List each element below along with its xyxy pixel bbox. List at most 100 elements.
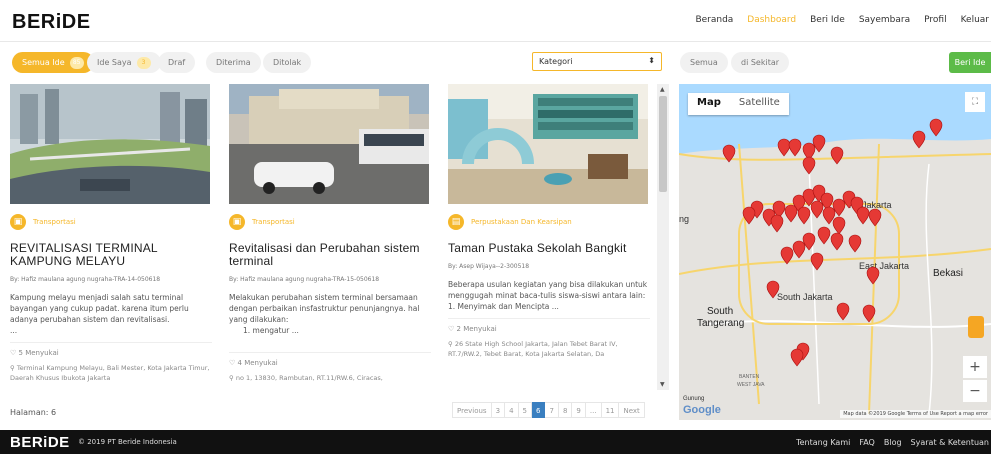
idea-likes[interactable]: ♡ 4 Menyukai xyxy=(229,359,431,367)
map-marker-pin-icon[interactable] xyxy=(836,302,850,321)
map-marker-pin-icon[interactable] xyxy=(868,208,882,227)
idea-category: ▣ Transportasi xyxy=(10,213,212,231)
map-marker-pin-icon[interactable] xyxy=(817,226,831,245)
street-view-pegman-icon[interactable] xyxy=(968,316,984,338)
nav-dashboard[interactable]: Dashboard xyxy=(747,15,796,25)
idea-card[interactable]: ▣ Transportasi REVITALISASI TERMINAL KAM… xyxy=(10,84,212,394)
bus-icon: ▣ xyxy=(10,214,26,230)
pagination-page[interactable]: 7 xyxy=(545,402,559,418)
likes-count: 4 Menyukai xyxy=(237,359,278,367)
idea-author: By: Asep Wijaya--2-300518 xyxy=(448,263,530,270)
terminal-rendering-image xyxy=(10,84,210,204)
fullscreen-icon[interactable]: ⛶ xyxy=(965,92,985,112)
idea-likes[interactable]: ♡ 5 Menyukai xyxy=(10,349,212,357)
map-marker-pin-icon[interactable] xyxy=(810,200,824,219)
idea-title[interactable]: REVITALISASI TERMINAL KAMPUNG MELAYU xyxy=(10,242,212,268)
map-marker-pin-icon[interactable] xyxy=(862,304,876,323)
address-text: no 1, 13830, Rambutan, RT.11/RW.6, Cirac… xyxy=(235,374,383,382)
map-marker-pin-icon[interactable] xyxy=(766,280,780,299)
map-attribution[interactable]: Map data ©2019 Google Terms of Use Repor… xyxy=(840,410,991,418)
location-pin-icon: ⚲ xyxy=(10,364,15,372)
location-pin-icon: ⚲ xyxy=(229,374,234,382)
filter-label: Draf xyxy=(168,58,186,67)
map-marker-pin-icon[interactable] xyxy=(856,206,870,225)
filter-ide-saya[interactable]: Ide Saya 3 xyxy=(87,52,161,73)
scope-semua[interactable]: Semua xyxy=(680,52,728,73)
idea-image[interactable] xyxy=(10,84,210,204)
filter-label: Diterima xyxy=(216,58,251,67)
pagination-page[interactable]: 9 xyxy=(572,402,586,418)
map-marker-pin-icon[interactable] xyxy=(777,138,791,157)
scroll-up-icon[interactable]: ▲ xyxy=(660,86,665,93)
footer-link-syarat[interactable]: Syarat & Ketentuan xyxy=(911,438,989,447)
map-marker-pin-icon[interactable] xyxy=(784,204,798,223)
page-indicator: Halaman: 6 xyxy=(10,408,57,417)
map-marker-pin-icon[interactable] xyxy=(802,156,816,175)
idea-card[interactable]: ▤ Perpustakaan Dan Kearsipan Taman Pusta… xyxy=(448,84,650,394)
nav-beri-ide[interactable]: Beri Ide xyxy=(810,15,845,25)
cards-scrollbar[interactable]: ▲ ▼ xyxy=(657,84,669,390)
idea-image[interactable] xyxy=(448,84,648,204)
map-marker-pin-icon[interactable] xyxy=(830,146,844,165)
filter-count: 3 xyxy=(136,56,151,69)
zoom-out-button[interactable]: − xyxy=(963,380,987,402)
pagination-page[interactable]: 4 xyxy=(505,402,519,418)
map-marker-pin-icon[interactable] xyxy=(912,130,926,149)
filter-diterima[interactable]: Diterima xyxy=(206,52,261,73)
map-marker-pin-icon[interactable] xyxy=(866,266,880,285)
pagination-page-current[interactable]: 6 xyxy=(532,402,546,418)
pagination-previous[interactable]: Previous xyxy=(452,402,492,418)
idea-likes[interactable]: ♡ 2 Menyukai xyxy=(448,325,650,333)
category-select[interactable]: Kategori ⬍ xyxy=(532,52,662,71)
nav-profil[interactable]: Profil xyxy=(924,15,946,25)
map-tab-satellite[interactable]: Satellite xyxy=(730,93,789,115)
brand-logo[interactable]: BERiDE xyxy=(12,11,91,34)
card-divider xyxy=(448,318,650,319)
nav-sayembara[interactable]: Sayembara xyxy=(859,15,910,25)
category-label: Transportasi xyxy=(33,218,76,226)
map-marker-pin-icon[interactable] xyxy=(770,214,784,233)
map-marker-pin-icon[interactable] xyxy=(832,216,846,235)
idea-image[interactable] xyxy=(229,84,429,204)
page-footer: BERiDE © 2019 PT Beride Indonesia Tentan… xyxy=(0,430,991,454)
nav-beranda[interactable]: Beranda xyxy=(695,15,733,25)
footer-link-tentang-kami[interactable]: Tentang Kami xyxy=(796,438,850,447)
footer-link-blog[interactable]: Blog xyxy=(884,438,902,447)
map-marker-pin-icon[interactable] xyxy=(788,138,802,157)
map-marker-pin-icon[interactable] xyxy=(810,252,824,271)
map-marker-pin-icon[interactable] xyxy=(929,118,943,137)
map-marker-pin-icon[interactable] xyxy=(722,144,736,163)
map-tab-map[interactable]: Map xyxy=(688,93,730,115)
map-marker-pin-icon[interactable] xyxy=(830,232,844,251)
scrollbar-thumb[interactable] xyxy=(659,96,667,192)
nav-keluar[interactable]: Keluar xyxy=(961,15,989,25)
pagination-page[interactable]: 5 xyxy=(518,402,532,418)
scroll-down-icon[interactable]: ▼ xyxy=(660,381,665,388)
map-marker-pin-icon[interactable] xyxy=(848,234,862,253)
pagination-page[interactable]: 8 xyxy=(558,402,573,418)
pagination-page[interactable]: 3 xyxy=(491,402,506,418)
map-marker-pin-icon[interactable] xyxy=(792,240,806,259)
map-marker-pin-icon[interactable] xyxy=(780,246,794,265)
filter-draf[interactable]: Draf xyxy=(158,52,196,73)
scope-label: Semua xyxy=(690,58,718,67)
footer-link-faq[interactable]: FAQ xyxy=(859,438,875,447)
idea-address: ⚲ Terminal Kampung Melayu, Bali Mester, … xyxy=(10,363,212,383)
filter-ditolak[interactable]: Ditolak xyxy=(263,52,312,73)
scope-di-sekitar[interactable]: di Sekitar xyxy=(731,52,790,73)
category-select-value: Kategori xyxy=(539,57,573,66)
filter-semua-ide[interactable]: Semua Ide 85 xyxy=(12,52,94,73)
map-marker-pin-icon[interactable] xyxy=(742,206,756,225)
beri-ide-button[interactable]: Beri Ide xyxy=(949,52,991,73)
footer-logo[interactable]: BERiDE xyxy=(10,434,70,451)
idea-description: Kampung melayu menjadi salah satu termin… xyxy=(10,292,212,336)
ideas-map[interactable]: rth Jakarta East Jakarta Bekasi South Ja… xyxy=(679,84,991,420)
idea-title[interactable]: Taman Pustaka Sekolah Bangkit xyxy=(448,242,650,255)
idea-card[interactable]: ▣ Transportasi Revitalisasi dan Perubaha… xyxy=(229,84,431,394)
pagination-next[interactable]: Next xyxy=(619,402,645,418)
idea-title[interactable]: Revitalisasi dan Perubahan sistem termin… xyxy=(229,242,431,268)
map-marker-pin-icon[interactable] xyxy=(797,206,811,225)
pagination-page[interactable]: 11 xyxy=(601,402,620,418)
zoom-in-button[interactable]: + xyxy=(963,356,987,378)
map-marker-pin-icon[interactable] xyxy=(790,348,804,367)
